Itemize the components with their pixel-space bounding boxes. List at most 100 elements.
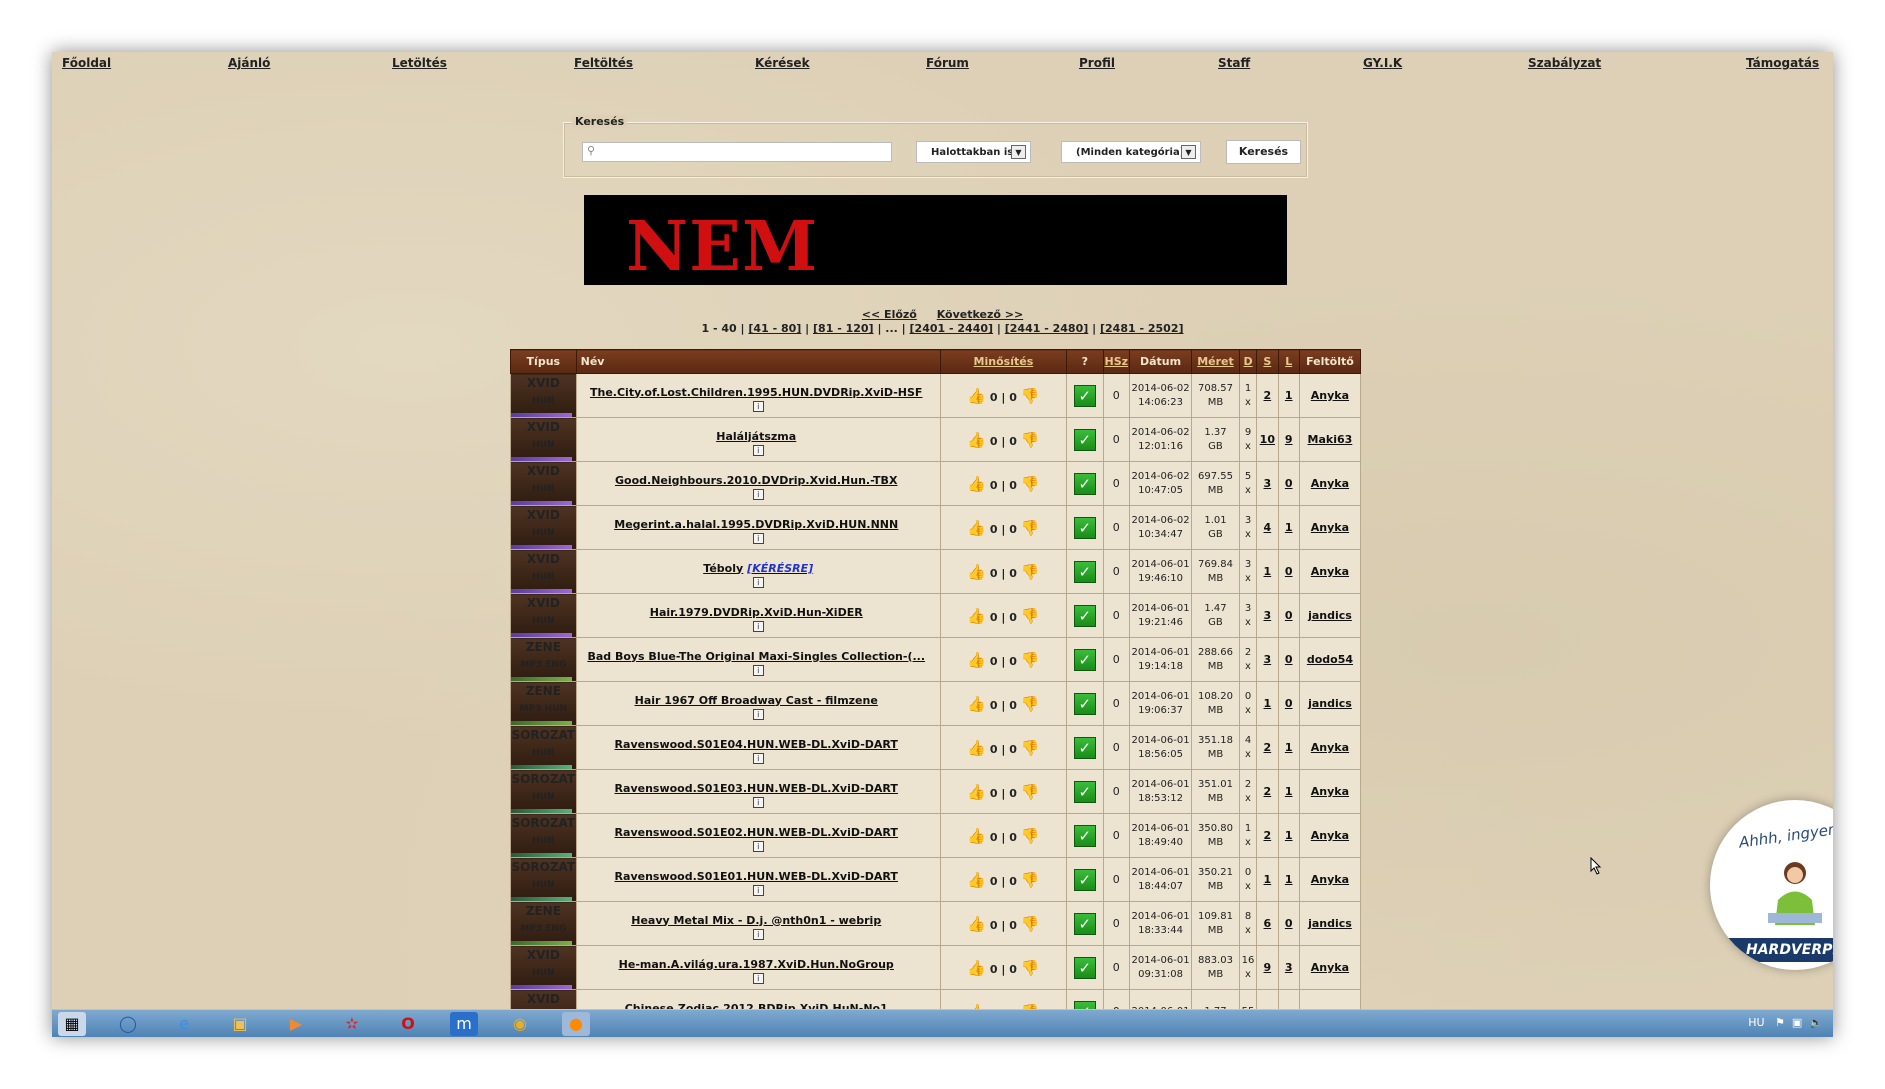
torrent-name-link[interactable]: Ravenswood.S01E04.HUN.WEB-DL.XviD-DART — [615, 738, 898, 751]
info-icon[interactable]: i — [752, 664, 764, 676]
maxthon-icon[interactable]: m — [450, 1012, 478, 1036]
info-icon[interactable]: i — [752, 400, 764, 412]
seeders-link[interactable]: 3 — [1264, 609, 1272, 622]
leechers-link[interactable]: 9 — [1285, 433, 1293, 446]
thumbs-down-icon[interactable]: 👎 — [1021, 431, 1040, 449]
thumbs-up-icon[interactable]: 👍 — [967, 431, 986, 449]
uploader-link[interactable]: Anyka — [1311, 521, 1349, 534]
thumbs-down-icon[interactable]: 👎 — [1021, 915, 1040, 933]
seeders-link[interactable]: 2 — [1264, 389, 1272, 402]
category-badge[interactable]: XVID HUN — [510, 373, 577, 418]
folder-icon[interactable]: ▣ — [226, 1012, 254, 1036]
nav-feltoltes[interactable]: Feltöltés — [574, 56, 633, 70]
thumbs-down-icon[interactable]: 👎 — [1021, 871, 1040, 889]
network-icon[interactable]: ▣ — [1792, 1016, 1802, 1029]
col-s-header[interactable]: S — [1256, 349, 1279, 374]
info-icon[interactable]: i — [752, 972, 764, 984]
info-icon[interactable]: i — [752, 796, 764, 808]
dead-torrents-select[interactable]: Halottakban is ▼ — [916, 141, 1031, 163]
side-ad[interactable]: Ahhh, ingyen hirdethettem vo HARDVERPL — [1710, 800, 1833, 970]
torrent-name-link[interactable]: Chinese.Zodiac.2012.BDRip.XviD.HuN-No1 — [625, 1002, 888, 1010]
uploader-link[interactable]: Anyka — [1311, 565, 1349, 578]
thumbs-down-icon[interactable]: 👎 — [1021, 607, 1040, 625]
col-rating-header[interactable]: Minősítés — [939, 349, 1067, 374]
pager-link[interactable]: [2481 - 2502] — [1100, 322, 1184, 335]
uploader-link[interactable]: jandics — [1308, 917, 1352, 930]
thumbs-down-icon[interactable]: 👎 — [1021, 563, 1040, 581]
thumbs-down-icon[interactable]: 👎 — [1021, 475, 1040, 493]
leechers-link[interactable]: 0 — [1285, 565, 1293, 578]
uploader-link[interactable]: Maki63 — [1308, 433, 1353, 446]
seeders-link[interactable]: 1 — [1264, 697, 1272, 710]
category-badge[interactable]: XVID HUN — [510, 461, 577, 506]
thumbs-down-icon[interactable]: 👎 — [1021, 739, 1040, 757]
info-icon[interactable]: i — [752, 532, 764, 544]
next-page-link[interactable]: Következő >> — [937, 308, 1023, 321]
torrent-name-link[interactable]: Hair.1979.DVDRip.XviD.Hun-XiDER — [650, 606, 863, 619]
pager-link[interactable]: [2441 - 2480] — [1005, 322, 1089, 335]
thumbs-up-icon[interactable]: 👍 — [967, 519, 986, 537]
thumbs-down-icon[interactable]: 👎 — [1021, 651, 1040, 669]
category-badge[interactable]: XVID HUN — [510, 549, 577, 594]
uploader-link[interactable]: Anyka — [1311, 389, 1349, 402]
seeders-link[interactable]: 2 — [1264, 785, 1272, 798]
thumbs-up-icon[interactable]: 👍 — [967, 651, 986, 669]
col-d-header[interactable]: D — [1238, 349, 1258, 374]
thumbs-down-icon[interactable]: 👎 — [1021, 695, 1040, 713]
leechers-link[interactable]: 3 — [1285, 961, 1293, 974]
leechers-link[interactable]: 0 — [1285, 609, 1293, 622]
nav-szabalyzat[interactable]: Szabályzat — [1528, 56, 1601, 70]
nav-ajanlo[interactable]: Ajánló — [228, 56, 270, 70]
thumbs-up-icon[interactable]: 👍 — [967, 959, 986, 977]
torrent-name-link[interactable]: Heavy Metal Mix - D.j. @nth0n1 - webrip — [631, 914, 881, 927]
category-badge[interactable]: XVID HUN — [510, 417, 577, 462]
leechers-link[interactable]: 1 — [1285, 829, 1293, 842]
category-badge[interactable]: ZENE MP3 ENG — [510, 637, 577, 682]
thumbs-down-icon[interactable]: 👎 — [1021, 783, 1040, 801]
nav-letoltes[interactable]: Letöltés — [392, 56, 447, 70]
media-player-icon[interactable]: ▶ — [282, 1012, 310, 1036]
col-hsz-header[interactable]: HSz — [1102, 349, 1131, 374]
leechers-link[interactable]: 1 — [1285, 873, 1293, 886]
firefox-icon[interactable]: ● — [562, 1012, 590, 1036]
uploader-link[interactable]: Anyka — [1311, 477, 1349, 490]
uploader-link[interactable]: Anyka — [1311, 741, 1349, 754]
thumbs-up-icon[interactable]: 👍 — [967, 915, 986, 933]
seeders-link[interactable]: 4 — [1264, 521, 1272, 534]
seeders-link[interactable]: 2 — [1264, 741, 1272, 754]
leechers-link[interactable]: 0 — [1285, 697, 1293, 710]
category-select[interactable]: (Minden kategória) ▼ — [1061, 141, 1201, 163]
nav-tamogatas[interactable]: Támogatás — [1746, 56, 1819, 70]
thumbs-up-icon[interactable]: 👍 — [967, 563, 986, 581]
nav-staff[interactable]: Staff — [1218, 56, 1250, 70]
uploader-link[interactable]: Anyka — [1311, 961, 1349, 974]
thumbs-down-icon[interactable]: 👎 — [1021, 519, 1040, 537]
col-size-header[interactable]: Méret — [1191, 349, 1240, 374]
nav-profil[interactable]: Profil — [1079, 56, 1115, 70]
torrent-name-link[interactable]: Hair 1967 Off Broadway Cast - filmzene — [635, 694, 878, 707]
thumbs-down-icon[interactable]: 👎 — [1021, 387, 1040, 405]
search-button[interactable]: Keresés — [1226, 140, 1301, 164]
nav-fooldal[interactable]: Főoldal — [62, 56, 111, 70]
pager-link[interactable]: [81 - 120] — [813, 322, 874, 335]
seeders-link[interactable]: 9 — [1264, 961, 1272, 974]
uploader-link[interactable]: Anyka — [1311, 829, 1349, 842]
leechers-link[interactable]: 1 — [1285, 389, 1293, 402]
info-icon[interactable]: i — [752, 708, 764, 720]
uploader-link[interactable]: Anyka — [1311, 873, 1349, 886]
thumbs-up-icon[interactable]: 👍 — [967, 739, 986, 757]
leechers-link[interactable]: 1 — [1285, 741, 1293, 754]
info-icon[interactable]: i — [752, 884, 764, 896]
internet-explorer-icon[interactable]: e — [170, 1012, 198, 1036]
seeders-link[interactable]: 3 — [1264, 477, 1272, 490]
chrome-icon[interactable]: ◉ — [506, 1012, 534, 1036]
thumbs-up-icon[interactable]: 👍 — [967, 475, 986, 493]
category-badge[interactable]: ZENE MP3 HUN — [510, 681, 577, 726]
torrent-name-link[interactable]: He-man.A.világ.ura.1987.XviD.Hun.NoGroup — [619, 958, 894, 971]
uploader-link[interactable]: dodo54 — [1307, 653, 1353, 666]
leechers-link[interactable]: 0 — [1285, 477, 1293, 490]
category-badge[interactable]: XVID HUN — [510, 505, 577, 550]
category-badge[interactable]: SOROZAT HUN — [510, 813, 577, 858]
thumbs-up-icon[interactable]: 👍 — [967, 871, 986, 889]
info-icon[interactable]: i — [752, 488, 764, 500]
